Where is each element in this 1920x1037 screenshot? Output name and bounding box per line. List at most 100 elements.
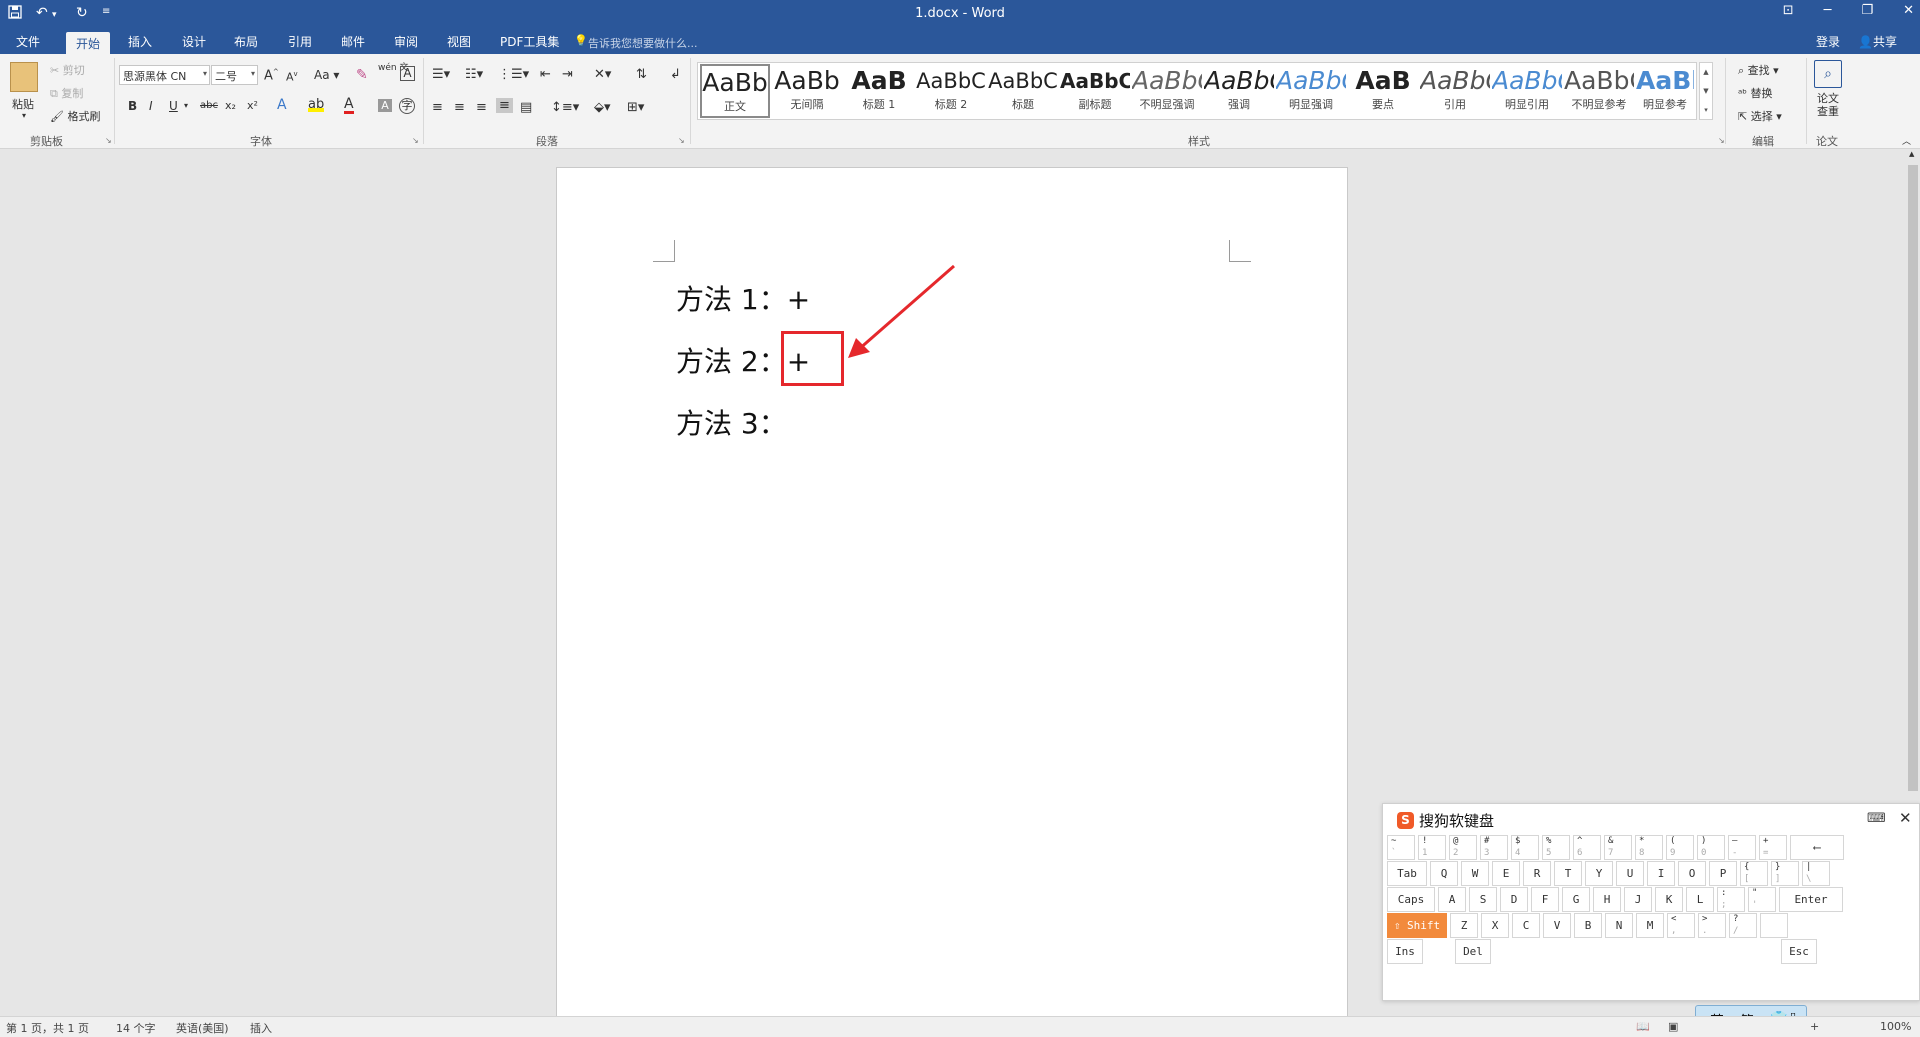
key-symbol[interactable]: }] — [1771, 861, 1799, 886]
key-symbol[interactable]: @2 — [1449, 835, 1477, 860]
shading-icon[interactable]: ⬙▾ — [594, 100, 611, 115]
key-symbol[interactable]: % 5 — [1542, 835, 1570, 860]
key-c[interactable]: C — [1512, 913, 1540, 938]
tab-insert[interactable]: 插入 — [128, 33, 152, 50]
key-symbol[interactable]: ? / — [1729, 913, 1757, 938]
underline-button[interactable]: U — [169, 99, 178, 113]
tab-pdf-tools[interactable]: PDF工具集 — [500, 33, 559, 50]
key-symbol[interactable]: & 7 — [1604, 835, 1632, 860]
decrease-indent-icon[interactable]: ⇤ — [540, 67, 551, 82]
sign-in-link[interactable]: 登录 — [1816, 33, 1840, 50]
key-i[interactable]: I — [1647, 861, 1675, 886]
align-right-icon[interactable]: ≡ — [476, 100, 487, 115]
format-painter-button[interactable]: 🖌 格式刷 — [50, 108, 100, 124]
find-button[interactable]: ⌕ 查找 ▾ — [1738, 62, 1779, 78]
sort-icon[interactable]: ⇅ — [636, 67, 647, 82]
scrollbar-thumb[interactable] — [1908, 165, 1918, 791]
paragraph-dialog-launcher-icon[interactable]: ↘ — [678, 136, 685, 145]
key-symbol[interactable]: + = — [1759, 835, 1787, 860]
key-symbol[interactable]: #3 — [1480, 835, 1508, 860]
tab-layout[interactable]: 布局 — [234, 33, 258, 50]
key-h[interactable]: H — [1593, 887, 1621, 912]
key-k[interactable]: K — [1655, 887, 1683, 912]
grow-font-button[interactable]: A^ — [264, 68, 279, 83]
justify-icon[interactable]: ≡ — [496, 98, 513, 113]
paper-check-icon[interactable]: ⌕ — [1814, 60, 1842, 88]
style-intense-emphasis[interactable]: AaBbC 明显强调 — [1276, 64, 1346, 118]
font-size-combo[interactable]: 二号 ▾ — [211, 65, 258, 85]
key-symbol[interactable]: ! 1 — [1418, 835, 1446, 860]
key-o[interactable]: O — [1678, 861, 1706, 886]
multilevel-list-icon[interactable]: ⋮☰▾ — [498, 67, 529, 82]
key-s[interactable]: S — [1469, 887, 1497, 912]
font-color-button[interactable]: A — [344, 97, 354, 114]
underline-dropdown-icon[interactable]: ▾ — [184, 101, 188, 110]
close-icon[interactable]: ✕ — [1903, 3, 1914, 18]
strikethrough-button[interactable]: abc — [200, 100, 218, 111]
key-l[interactable]: L — [1686, 887, 1714, 912]
style-intense-reference[interactable]: AaBbC 明显参考 — [1636, 64, 1694, 118]
bullets-icon[interactable]: ☰▾ — [432, 67, 450, 82]
style-no-spacing[interactable]: AaBb 无间隔 — [772, 64, 842, 118]
key-q[interactable]: Q — [1430, 861, 1458, 886]
text-effects-button[interactable]: A — [277, 97, 287, 113]
print-layout-icon[interactable]: ▣ — [1668, 1020, 1678, 1033]
key-x[interactable]: X — [1481, 913, 1509, 938]
key-esc[interactable]: Esc — [1781, 939, 1817, 964]
scroll-down-icon[interactable]: ▼ — [1700, 82, 1712, 101]
key-d[interactable]: D — [1500, 887, 1528, 912]
scroll-up-icon[interactable]: ▲ — [1909, 150, 1914, 158]
key-j[interactable]: J — [1624, 887, 1652, 912]
increase-indent-icon[interactable]: ⇥ — [562, 67, 573, 82]
key-y[interactable]: Y — [1585, 861, 1613, 886]
page-count[interactable]: 第 1 页，共 1 页 — [6, 1020, 89, 1036]
style-intense-quote[interactable]: AaBbC 明显引用 — [1492, 64, 1562, 118]
gallery-more-icon[interactable]: ▾ — [1700, 101, 1712, 120]
key-n[interactable]: N — [1605, 913, 1633, 938]
close-icon[interactable]: ✕ — [1899, 809, 1912, 827]
language-indicator[interactable]: 英语(美国) — [176, 1020, 229, 1036]
align-left-icon[interactable]: ≡ — [432, 100, 443, 115]
character-shading-button[interactable]: A — [378, 99, 392, 112]
enclose-characters-button[interactable]: 字 — [399, 98, 415, 114]
tab-review[interactable]: 审阅 — [394, 33, 418, 50]
key-symbol[interactable]: — - — [1728, 835, 1756, 860]
key-t[interactable]: T — [1554, 861, 1582, 886]
distributed-icon[interactable]: ▤ — [520, 100, 532, 115]
style-subtitle[interactable]: AaBbC 副标题 — [1060, 64, 1130, 118]
paste-icon[interactable] — [10, 62, 38, 92]
keyboard-icon[interactable]: ⌨ — [1867, 811, 1886, 826]
phonetic-guide-button[interactable]: wén 文 — [378, 64, 408, 73]
key-symbol[interactable]: ~ ` — [1387, 835, 1415, 860]
key-a[interactable]: A — [1438, 887, 1466, 912]
tab-file[interactable]: 文件 — [16, 33, 40, 50]
style-normal[interactable]: AaBb 正文 — [700, 64, 770, 118]
select-button[interactable]: ⇱ 选择 ▾ — [1738, 108, 1782, 124]
key-blank[interactable] — [1760, 913, 1788, 938]
numbering-icon[interactable]: ☷▾ — [465, 67, 483, 82]
style-subtle-emphasis[interactable]: AaBbC 不明显强调 — [1132, 64, 1202, 118]
zoom-level[interactable]: 100% — [1880, 1020, 1911, 1033]
clear-formatting-icon[interactable]: ✎ — [356, 67, 368, 83]
key-w[interactable]: W — [1461, 861, 1489, 886]
tab-home[interactable]: 开始 — [66, 32, 111, 56]
key-symbol[interactable]: * 8 — [1635, 835, 1663, 860]
key-m[interactable]: M — [1636, 913, 1664, 938]
key-symbol[interactable]: ⟵ — [1790, 835, 1844, 860]
key-symbol[interactable]: >. — [1698, 913, 1726, 938]
subscript-button[interactable]: x₂ — [225, 99, 236, 112]
ribbon-display-options-icon[interactable]: ⊡ — [1783, 3, 1794, 18]
key-e[interactable]: E — [1492, 861, 1520, 886]
key-symbol[interactable]: :; — [1717, 887, 1745, 912]
line-spacing-icon[interactable]: ↕≡▾ — [551, 100, 579, 115]
read-mode-icon[interactable]: 📖 — [1636, 1020, 1650, 1033]
tab-mailings[interactable]: 邮件 — [341, 33, 365, 50]
paste-button[interactable]: 粘贴 — [12, 96, 34, 112]
key-f[interactable]: F — [1531, 887, 1559, 912]
clipboard-dialog-launcher-icon[interactable]: ↘ — [105, 136, 112, 145]
bold-button[interactable]: B — [128, 99, 137, 113]
key-del[interactable]: Del — [1455, 939, 1491, 964]
font-name-combo[interactable]: 思源黑体 CN ▾ — [119, 65, 210, 85]
scroll-up-icon[interactable]: ▲ — [1700, 63, 1712, 82]
collapse-ribbon-icon[interactable]: ︿ — [1902, 134, 1911, 147]
